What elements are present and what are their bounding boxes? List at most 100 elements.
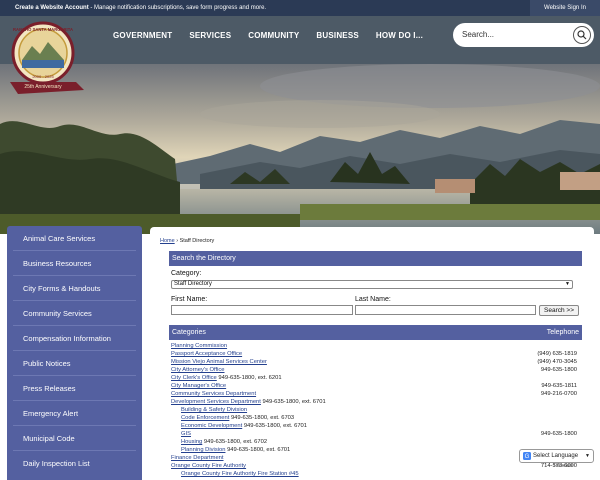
sidebar-item-public-notices[interactable]: Public Notices (7, 351, 142, 376)
directory-search-button[interactable]: Search >> (539, 305, 579, 316)
logo-anniversary-text: 25th Anniversary (24, 84, 62, 90)
directory-entry-link[interactable]: Passport Acceptance Office (171, 351, 242, 357)
sidebar-item-emergency-alert[interactable]: Emergency Alert (7, 401, 142, 426)
directory-entry-link[interactable]: Finance Department (171, 455, 224, 461)
last-name-label: Last Name: (355, 296, 391, 303)
directory-entry-telephone: 949-635-1811 (541, 383, 577, 389)
table-row: Orange County Fire Authority Fire Statio… (171, 470, 577, 478)
create-account-message[interactable]: Create a Website Account - Manage notifi… (15, 5, 266, 11)
table-row: Passport Acceptance Office (949) 635-1819 (171, 350, 577, 358)
table-row: GIS 949-635-1800 (171, 430, 577, 438)
create-account-link[interactable]: Create a Website Account (15, 5, 89, 11)
sidebar-item-label: Public Notices (23, 359, 71, 368)
directory-entry-telephone: 949-216-0700 (540, 391, 577, 397)
sidebar-item-label: Business Resources (23, 259, 92, 268)
directory-entry-link[interactable]: Development Services Department (171, 399, 261, 405)
sidebar-item-label: Animal Care Services (23, 234, 96, 243)
language-select-label: Select Language (533, 453, 579, 459)
table-row: Housing 949-635-1800, ext. 6702 (171, 438, 577, 446)
sidebar-item-label: Press Releases (23, 384, 76, 393)
top-bar: Create a Website Account - Manage notifi… (0, 0, 600, 16)
table-row: Mission Viejo Animal Services Center (949… (171, 358, 577, 366)
translate-powered-by: Translate (553, 463, 574, 469)
telephone-column-header: Telephone (546, 329, 579, 336)
directory-entry-link[interactable]: Community Services Department (171, 391, 256, 397)
table-row: Planning Division 949-635-1800, ext. 670… (171, 446, 577, 454)
sidebar-item-label: Municipal Code (23, 434, 75, 443)
category-select[interactable]: Staff Directory ▼ (171, 280, 573, 289)
directory-entry-link[interactable]: Planning Commission (171, 343, 227, 349)
directory-entry-telephone: 949-635-1800 (540, 431, 577, 437)
table-row: Orange County Fire Authority 714-573-6000 (171, 462, 577, 470)
last-name-field[interactable] (355, 305, 536, 315)
directory-entry-link[interactable]: Orange County Fire Authority (171, 463, 246, 469)
directory-entry-link[interactable]: Code Enforcement (181, 415, 229, 421)
site-search: Search... (453, 23, 594, 47)
sidebar-item-daily-inspection[interactable]: Daily Inspection List (7, 451, 142, 476)
directory-entry-extension: 949-635-1800, ext. 6701 (225, 447, 291, 453)
directory-entry-extension: 949-635-1800, ext. 6701 (242, 423, 308, 429)
directory-entry-extension: 949-635-1800, ext. 6701 (260, 399, 326, 405)
categories-header: Categories Telephone (169, 325, 582, 340)
directory-entry-extension: 949-635-1800, ext. 6201 (216, 375, 282, 381)
sidebar-item-business-resources[interactable]: Business Resources (7, 251, 142, 276)
table-row: Finance Department (171, 454, 577, 462)
breadcrumb-current: Staff Directory (179, 238, 215, 244)
directory-entry-link[interactable]: Building & Safety Division (181, 407, 247, 413)
directory-entry-link[interactable]: City Clerk's Office (171, 375, 217, 381)
table-row: City Attorney's Office 949-635-1800 (171, 366, 577, 374)
svg-text:G: G (525, 454, 530, 460)
main-content: Home › Staff Directory Search the Direct… (150, 227, 594, 480)
city-logo[interactable]: 25th Anniversary 2000 - 2025 RANCHO SANT… (6, 20, 92, 100)
sidebar-item-label: Emergency Alert (23, 409, 79, 418)
nav-community[interactable]: COMMUNITY (240, 16, 308, 64)
directory-entry-link[interactable]: Planning Division (181, 447, 225, 453)
chevron-down-icon: ▼ (565, 281, 570, 287)
search-button[interactable] (573, 26, 591, 44)
directory-entry-telephone: 949-635-1800 (540, 367, 577, 373)
main-nav: GOVERNMENT SERVICES COMMUNITY BUSINESS H… (105, 16, 432, 64)
nav-business[interactable]: BUSINESS (308, 16, 368, 64)
categories-column-header: Categories (172, 329, 206, 336)
sign-in-button[interactable]: Website Sign In (530, 0, 600, 16)
nav-services[interactable]: SERVICES (181, 16, 240, 64)
sidebar-item-city-forms[interactable]: City Forms & Handouts (7, 276, 142, 301)
sidebar-item-label: Daily Inspection List (23, 459, 90, 468)
table-row: Planning Commission (171, 342, 577, 350)
directory-entry-link[interactable]: Housing (181, 439, 202, 445)
sidebar-item-label: Community Services (23, 309, 92, 318)
language-select[interactable]: G Select Language ▼ (519, 449, 594, 463)
create-account-description: - Manage notification subscriptions, sav… (88, 5, 267, 11)
sidebar-item-press-releases[interactable]: Press Releases (7, 376, 142, 401)
table-row: Building & Safety Division (171, 406, 577, 414)
sidebar-item-community-services[interactable]: Community Services (7, 301, 142, 326)
directory-entry-extension: 949-635-1800, ext. 6702 (202, 439, 268, 445)
sidebar-item-municipal-code[interactable]: Municipal Code (7, 426, 142, 451)
first-name-field[interactable] (171, 305, 353, 315)
table-row: Economic Development 949-635-1800, ext. … (171, 422, 577, 430)
directory-entry-link[interactable]: GIS (181, 431, 191, 437)
nav-how-do-i[interactable]: HOW DO I... (368, 16, 432, 64)
breadcrumb-home-link[interactable]: Home (160, 238, 175, 244)
search-input[interactable]: Search... (462, 30, 494, 39)
sidebar-nav: Animal Care Services Business Resources … (7, 226, 142, 480)
table-row: City Manager's Office 949-635-1811 (171, 382, 577, 390)
sidebar-item-label: City Forms & Handouts (23, 284, 101, 293)
category-select-value: Staff Directory (174, 281, 212, 287)
directory-entry-link[interactable]: Economic Development (181, 423, 242, 429)
search-directory-title: Search the Directory (172, 255, 236, 262)
table-row: Code Enforcement 949-635-1800, ext. 6703 (171, 414, 577, 422)
breadcrumb: Home › Staff Directory (160, 238, 214, 244)
chevron-down-icon: ▼ (585, 453, 590, 459)
logo-years-text: 2000 - 2025 (32, 74, 54, 79)
directory-entry-link[interactable]: Mission Viejo Animal Services Center (171, 359, 267, 365)
search-directory-header: Search the Directory (169, 251, 582, 266)
directory-entry-link[interactable]: City Manager's Office (171, 383, 226, 389)
sidebar-item-compensation[interactable]: Compensation Information (7, 326, 142, 351)
table-row: City Clerk's Office 949-635-1800, ext. 6… (171, 374, 577, 382)
sidebar-item-animal-care[interactable]: Animal Care Services (7, 226, 142, 251)
directory-entry-link[interactable]: Orange County Fire Authority Fire Statio… (181, 471, 299, 477)
directory-entry-telephone: (949) 635-1819 (537, 351, 577, 357)
nav-government[interactable]: GOVERNMENT (105, 16, 181, 64)
directory-entry-link[interactable]: City Attorney's Office (171, 367, 225, 373)
